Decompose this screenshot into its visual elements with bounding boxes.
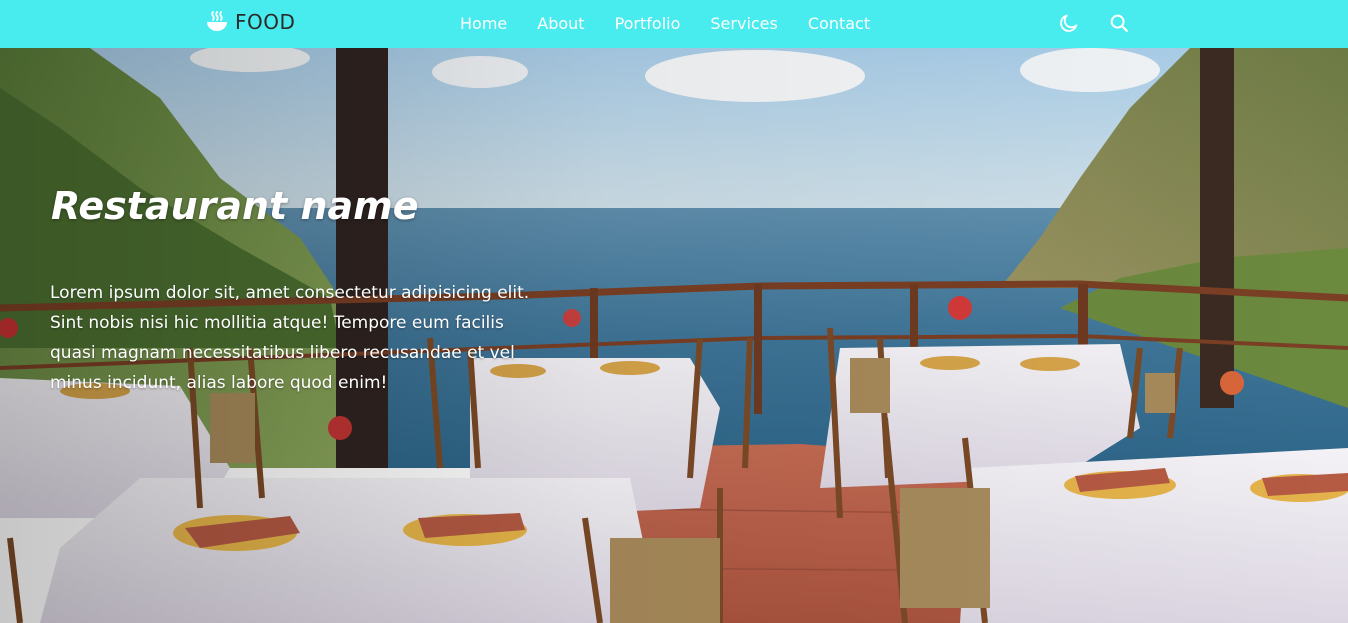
nav-home[interactable]: Home	[452, 0, 515, 48]
moon-icon[interactable]	[1058, 12, 1080, 34]
hero-title: Restaurant name	[51, 184, 419, 228]
bowl-icon	[205, 10, 229, 34]
nav-contact[interactable]: Contact	[800, 0, 878, 48]
nav-portfolio[interactable]: Portfolio	[607, 0, 689, 48]
nav-services[interactable]: Services	[702, 0, 785, 48]
main-nav: Home About Portfolio Services Contact	[452, 0, 892, 48]
logo-text: FOOD	[235, 10, 296, 34]
nav-about[interactable]: About	[529, 0, 592, 48]
hero-description: Lorem ipsum dolor sit, amet consectetur …	[50, 283, 530, 393]
logo[interactable]: FOOD	[205, 9, 295, 35]
hero-section: Restaurant name Lorem ipsum dolor sit, a…	[0, 48, 1348, 623]
navbar: FOOD Home About Portfolio Services Conta…	[0, 0, 1348, 48]
search-icon[interactable]	[1108, 12, 1130, 34]
